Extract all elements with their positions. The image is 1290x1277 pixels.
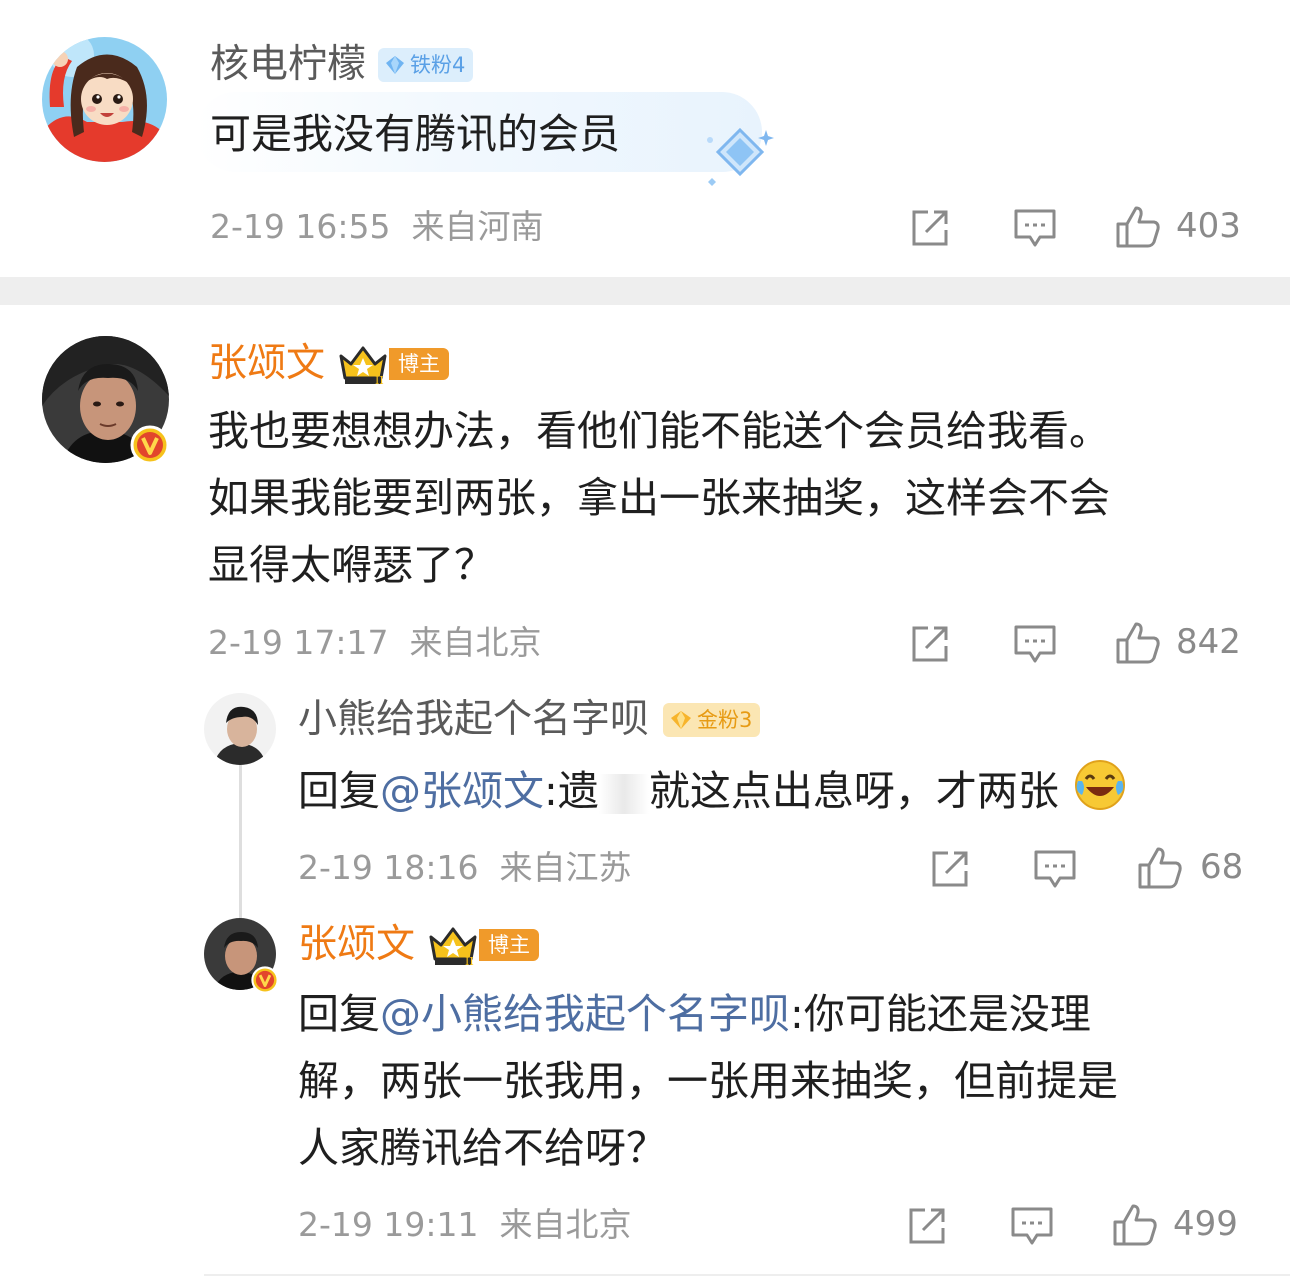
- like-count: 403: [1176, 206, 1241, 246]
- location: 来自北京: [409, 623, 542, 662]
- laugh-cry-emoji: [1074, 760, 1125, 810]
- reply-prefix: 回复: [298, 767, 380, 815]
- colon: :: [544, 767, 558, 815]
- colon: :: [790, 990, 804, 1038]
- reply-text: 回复@小熊给我起个名字呗:你可能还是没理 解，两张一张我用，一张用来抽奖，但前提…: [298, 981, 1258, 1182]
- avatar[interactable]: [42, 37, 167, 162]
- reply-body: 你可能还是没理: [803, 990, 1091, 1038]
- comment-meta: 2-19 16:55 来自河南: [210, 207, 543, 247]
- reply-prefix: 回复: [298, 990, 380, 1038]
- comment-text: 可是我没有腾讯的会员: [210, 110, 620, 158]
- svg-text:II: II: [375, 374, 384, 386]
- mention-link[interactable]: @小熊给我起个名字呗: [380, 990, 790, 1038]
- like-count: 68: [1200, 847, 1244, 887]
- diamond-decoration-icon: [707, 127, 774, 186]
- thumbs-up-icon: [1116, 206, 1160, 248]
- thread-connector: [239, 765, 242, 920]
- like-button[interactable]: 403: [1114, 202, 1241, 250]
- crown-icon: II: [339, 346, 387, 386]
- thumbs-up-icon: [1138, 847, 1182, 889]
- blogger-badge-label: 博主: [389, 348, 450, 380]
- avatar-cartoon-girl-image: [42, 37, 167, 162]
- blogger-badge[interactable]: II 博主: [427, 923, 540, 967]
- like-button[interactable]: 842: [1114, 618, 1241, 666]
- timestamp: 2-19 19:11: [298, 1205, 479, 1244]
- reply-body-line: 人家腾讯给不给呀？: [298, 1124, 667, 1172]
- username[interactable]: 张颂文: [298, 922, 415, 968]
- like-button[interactable]: 499: [1111, 1200, 1238, 1248]
- share-icon[interactable]: [928, 847, 972, 891]
- like-button[interactable]: 68: [1136, 843, 1243, 891]
- svg-text:II: II: [465, 955, 474, 967]
- reply-meta: 2-19 19:11 来自北京: [298, 1205, 631, 1245]
- username[interactable]: 核电柠檬: [210, 42, 366, 88]
- diamond-icon: [386, 56, 405, 74]
- timestamp: 2-19 16:55: [210, 207, 391, 246]
- comment-text: 我也要想想办法，看他们能不能送个会员给我看。 如果我能要到两张，拿出一张来抽奖，…: [208, 398, 1248, 599]
- location: 来自北京: [499, 1205, 632, 1244]
- fan-badge[interactable]: 铁粉4: [378, 48, 474, 82]
- like-count: 842: [1176, 622, 1241, 662]
- reply-body: 就这点出息呀，才两张: [648, 767, 1059, 815]
- avatar[interactable]: [204, 693, 276, 765]
- comment-meta: 2-19 17:17 来自北京: [208, 623, 541, 663]
- reply-meta: 2-19 18:16 来自江苏: [298, 848, 631, 888]
- share-icon[interactable]: [908, 206, 952, 250]
- like-count: 499: [1173, 1204, 1238, 1244]
- fan-badge-label: 铁粉4: [410, 53, 466, 77]
- avatar-photo-image: [204, 693, 276, 765]
- verified-v-icon: [251, 966, 279, 994]
- section-divider: [0, 277, 1290, 305]
- location: 来自河南: [411, 207, 544, 246]
- thumbs-up-icon: [1116, 622, 1160, 664]
- timestamp: 2-19 18:16: [298, 848, 479, 887]
- timestamp: 2-19 17:17: [208, 623, 389, 662]
- comment-icon[interactable]: [1009, 1203, 1055, 1249]
- diamond-icon: [671, 711, 692, 729]
- verified-v-icon: [130, 425, 170, 465]
- blogger-badge-label: 博主: [479, 929, 540, 961]
- comment-icon[interactable]: [1032, 846, 1078, 892]
- reply-body: 遗: [557, 767, 599, 815]
- bottom-divider: [204, 1274, 1290, 1276]
- comment-icon[interactable]: [1012, 205, 1058, 251]
- comment-text-line: 如果我能要到两张，拿出一张来抽奖，这样会不会: [208, 474, 1110, 522]
- location: 来自江苏: [499, 848, 632, 887]
- username[interactable]: 张颂文: [208, 341, 325, 387]
- username[interactable]: 小熊给我起个名字呗: [298, 697, 649, 743]
- share-icon[interactable]: [908, 622, 952, 666]
- reply-text: 回复@张颂文:遗 就这点出息呀，才两张: [298, 757, 1128, 825]
- crown-icon: II: [429, 927, 477, 967]
- fan-badge[interactable]: 金粉3: [663, 703, 761, 737]
- comment-icon[interactable]: [1012, 621, 1058, 667]
- reply-body-line: 解，两张一张我用，一张用来抽奖，但前提是: [298, 1057, 1118, 1105]
- comment-text-line: 我也要想想办法，看他们能不能送个会员给我看。: [208, 407, 1110, 455]
- share-icon[interactable]: [905, 1204, 949, 1248]
- fan-badge-label: 金粉3: [697, 708, 753, 732]
- mention-link[interactable]: @张颂文: [380, 767, 544, 815]
- comment-text-line: 显得太嘚瑟了？: [208, 541, 495, 589]
- thumbs-up-icon: [1113, 1204, 1157, 1246]
- blogger-badge[interactable]: II 博主: [337, 342, 450, 386]
- blurred-region: [598, 774, 649, 814]
